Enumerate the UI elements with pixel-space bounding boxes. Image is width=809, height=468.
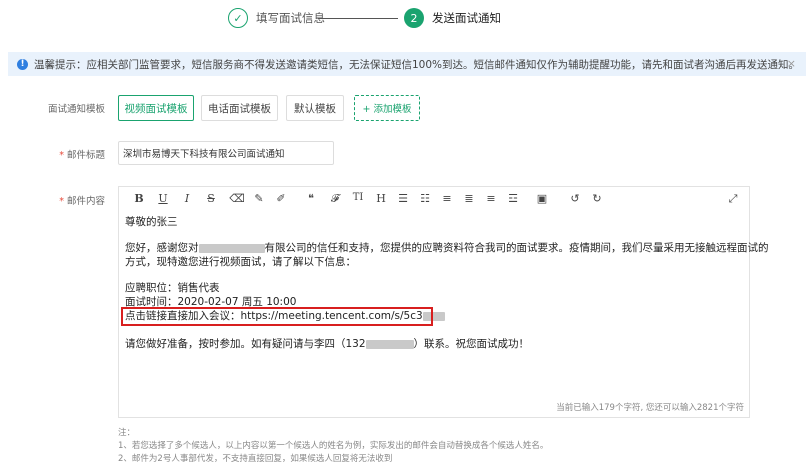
close-icon[interactable]: ×	[787, 57, 796, 70]
step-send-notice-label: 发送面试通知	[432, 11, 501, 25]
link-highlight-box	[121, 307, 433, 326]
underline-icon[interactable]: U	[155, 192, 171, 205]
redo-icon[interactable]: ↻	[589, 192, 605, 205]
fullscreen-icon[interactable]: ⤢	[725, 192, 741, 206]
notes-title: 注：	[118, 428, 136, 438]
rich-text-editor[interactable]: B U I S ⌫ ✎ ✐ ❝ 𝓕 TI H ☰ ☷ ≡ ≣ ≡ ☲ ▣ ↺ ↻…	[118, 186, 769, 418]
notice-text: 温馨提示：应相关部门监管要求，短信服务商不得发送邀请类短信，无法保证短信100%…	[34, 58, 800, 71]
step-connector	[318, 18, 398, 19]
notes-line-1: 1、若您选择了多个候选人，以上内容以第一个候选人的姓名为例，实际发出的邮件会自动…	[118, 441, 549, 451]
strikethrough-icon[interactable]: S	[203, 192, 219, 205]
closing-text: 请您做好准备，按时参加。如有疑问请与李四（132x）联系。祝您面试成功！	[125, 338, 530, 350]
bold-icon[interactable]: B	[131, 192, 147, 205]
intro-line-2: 方式，现特邀您进行视频面试，请了解以下信息：	[125, 256, 356, 268]
align-right-icon[interactable]: ≡	[483, 192, 499, 205]
check-icon: ✓	[228, 8, 248, 28]
ordered-list-icon[interactable]: ☷	[417, 192, 433, 205]
content-label: * 邮件内容	[59, 196, 105, 207]
image-icon[interactable]: ▣	[534, 192, 550, 205]
add-template-button[interactable]: + 添加模板	[354, 95, 420, 121]
default-template-button[interactable]: 默认模板	[286, 95, 344, 121]
step-number: 2	[404, 8, 424, 28]
quote-icon[interactable]: ❝	[303, 192, 319, 205]
phone-template-button[interactable]: 电话面试模板	[201, 95, 278, 121]
font-color-icon[interactable]: ✎	[251, 192, 267, 205]
template-label: 面试通知模板	[47, 104, 105, 115]
align-center-icon[interactable]: ≣	[461, 192, 477, 205]
font-size-icon[interactable]: TI	[350, 192, 366, 203]
notes-line-2: 2、邮件为2号人事部代发，不支持直接回复，如果候选人回复将无法收到	[118, 454, 393, 464]
eraser-icon[interactable]: ⌫	[229, 192, 245, 205]
info-icon: !	[17, 58, 28, 70]
subject-label: * 邮件标题	[59, 150, 105, 161]
bullet-list-icon[interactable]: ☰	[395, 192, 411, 205]
step-fill-info: ✓ 填写面试信息	[228, 6, 325, 30]
font-family-icon[interactable]: 𝓕	[327, 192, 343, 206]
editor-toolbar: B U I S ⌫ ✎ ✐ ❝ 𝓕 TI H ☰ ☷ ≡ ≣ ≡ ☲ ▣ ↺ ↻…	[119, 187, 749, 213]
step-fill-info-label: 填写面试信息	[256, 11, 325, 25]
indent-icon[interactable]: ☲	[505, 192, 521, 205]
notes: 注： 1、若您选择了多个候选人，以上内容以第一个候选人的姓名为例，实际发出的邮件…	[118, 427, 548, 466]
undo-icon[interactable]: ↺	[567, 192, 583, 205]
greeting-text: 尊敬的张三	[125, 216, 178, 228]
notice-bar: ! 温馨提示：应相关部门监管要求，短信服务商不得发送邀请类短信，无法保证短信10…	[8, 52, 806, 76]
position-text: 应聘职位：销售代表	[125, 282, 220, 294]
intro-line-1: 您好，感谢您对x有限公司的信任和支持，您提供的应聘资料符合我司的面试要求。疫情期…	[125, 242, 769, 254]
redacted-phone: x	[365, 339, 414, 349]
stepper: ✓ 填写面试信息 2 发送面试通知	[0, 6, 809, 30]
highlight-icon[interactable]: ✐	[273, 192, 289, 205]
char-counter: 当前已输入179个字符, 您还可以输入2821个字符	[556, 403, 744, 413]
step-send-notice: 2 发送面试通知	[404, 6, 501, 30]
subject-input[interactable]: 深圳市易博天下科技有限公司面试通知	[118, 141, 334, 165]
video-template-button[interactable]: 视频面试模板	[118, 95, 194, 121]
editor-body[interactable]: 尊敬的张三 您好，感谢您对x有限公司的信任和支持，您提供的应聘资料符合我司的面试…	[119, 213, 769, 399]
align-left-icon[interactable]: ≡	[439, 192, 455, 205]
redacted-company: x	[198, 243, 265, 253]
italic-icon[interactable]: I	[179, 192, 195, 205]
heading-icon[interactable]: H	[373, 192, 389, 205]
